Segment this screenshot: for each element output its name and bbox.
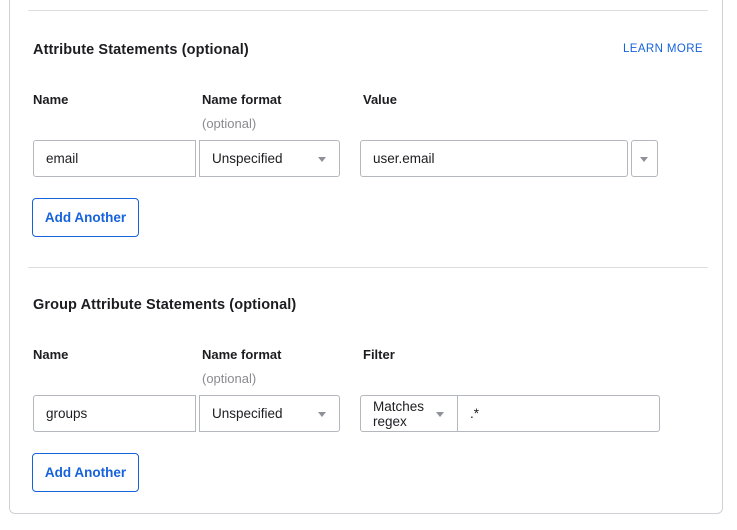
group-name-format-column-header: Name format — [202, 347, 281, 362]
learn-more-link[interactable]: LEARN MORE — [623, 43, 703, 55]
name-format-optional-note: (optional) — [202, 116, 256, 131]
attribute-value-input[interactable] — [360, 140, 628, 177]
section-divider — [28, 267, 708, 268]
add-another-attribute-button[interactable]: Add Another — [32, 198, 139, 237]
chevron-down-icon — [318, 157, 326, 162]
attribute-value-dropdown-button[interactable] — [631, 140, 658, 177]
group-attribute-statements-title: Group Attribute Statements (optional) — [33, 297, 296, 313]
group-attribute-name-input[interactable] — [33, 395, 196, 432]
value-column-header: Value — [363, 92, 397, 107]
chevron-down-icon — [318, 412, 326, 417]
chevron-down-icon — [436, 412, 444, 417]
filter-type-value: Matches regex — [373, 399, 431, 429]
attribute-name-input[interactable] — [33, 140, 196, 177]
filter-type-select[interactable]: Matches regex — [361, 396, 458, 431]
panel-card — [9, 0, 723, 514]
attribute-name-format-value: Unspecified — [212, 151, 283, 166]
group-filter-combo: Matches regex — [360, 395, 660, 432]
attribute-statements-title: Attribute Statements (optional) — [33, 42, 249, 58]
group-name-column-header: Name — [33, 347, 68, 362]
name-column-header: Name — [33, 92, 68, 107]
filter-column-header: Filter — [363, 347, 395, 362]
saml-settings-panel: Attribute Statements (optional) LEARN MO… — [0, 0, 737, 530]
group-attribute-name-format-value: Unspecified — [212, 406, 283, 421]
name-format-column-header: Name format — [202, 92, 281, 107]
chevron-down-icon — [640, 157, 648, 162]
filter-value-input[interactable] — [458, 396, 659, 431]
section-divider — [28, 10, 708, 11]
add-another-group-attribute-button[interactable]: Add Another — [32, 453, 139, 492]
group-attribute-name-format-select[interactable]: Unspecified — [199, 395, 340, 432]
group-name-format-optional-note: (optional) — [202, 371, 256, 386]
attribute-name-format-select[interactable]: Unspecified — [199, 140, 340, 177]
